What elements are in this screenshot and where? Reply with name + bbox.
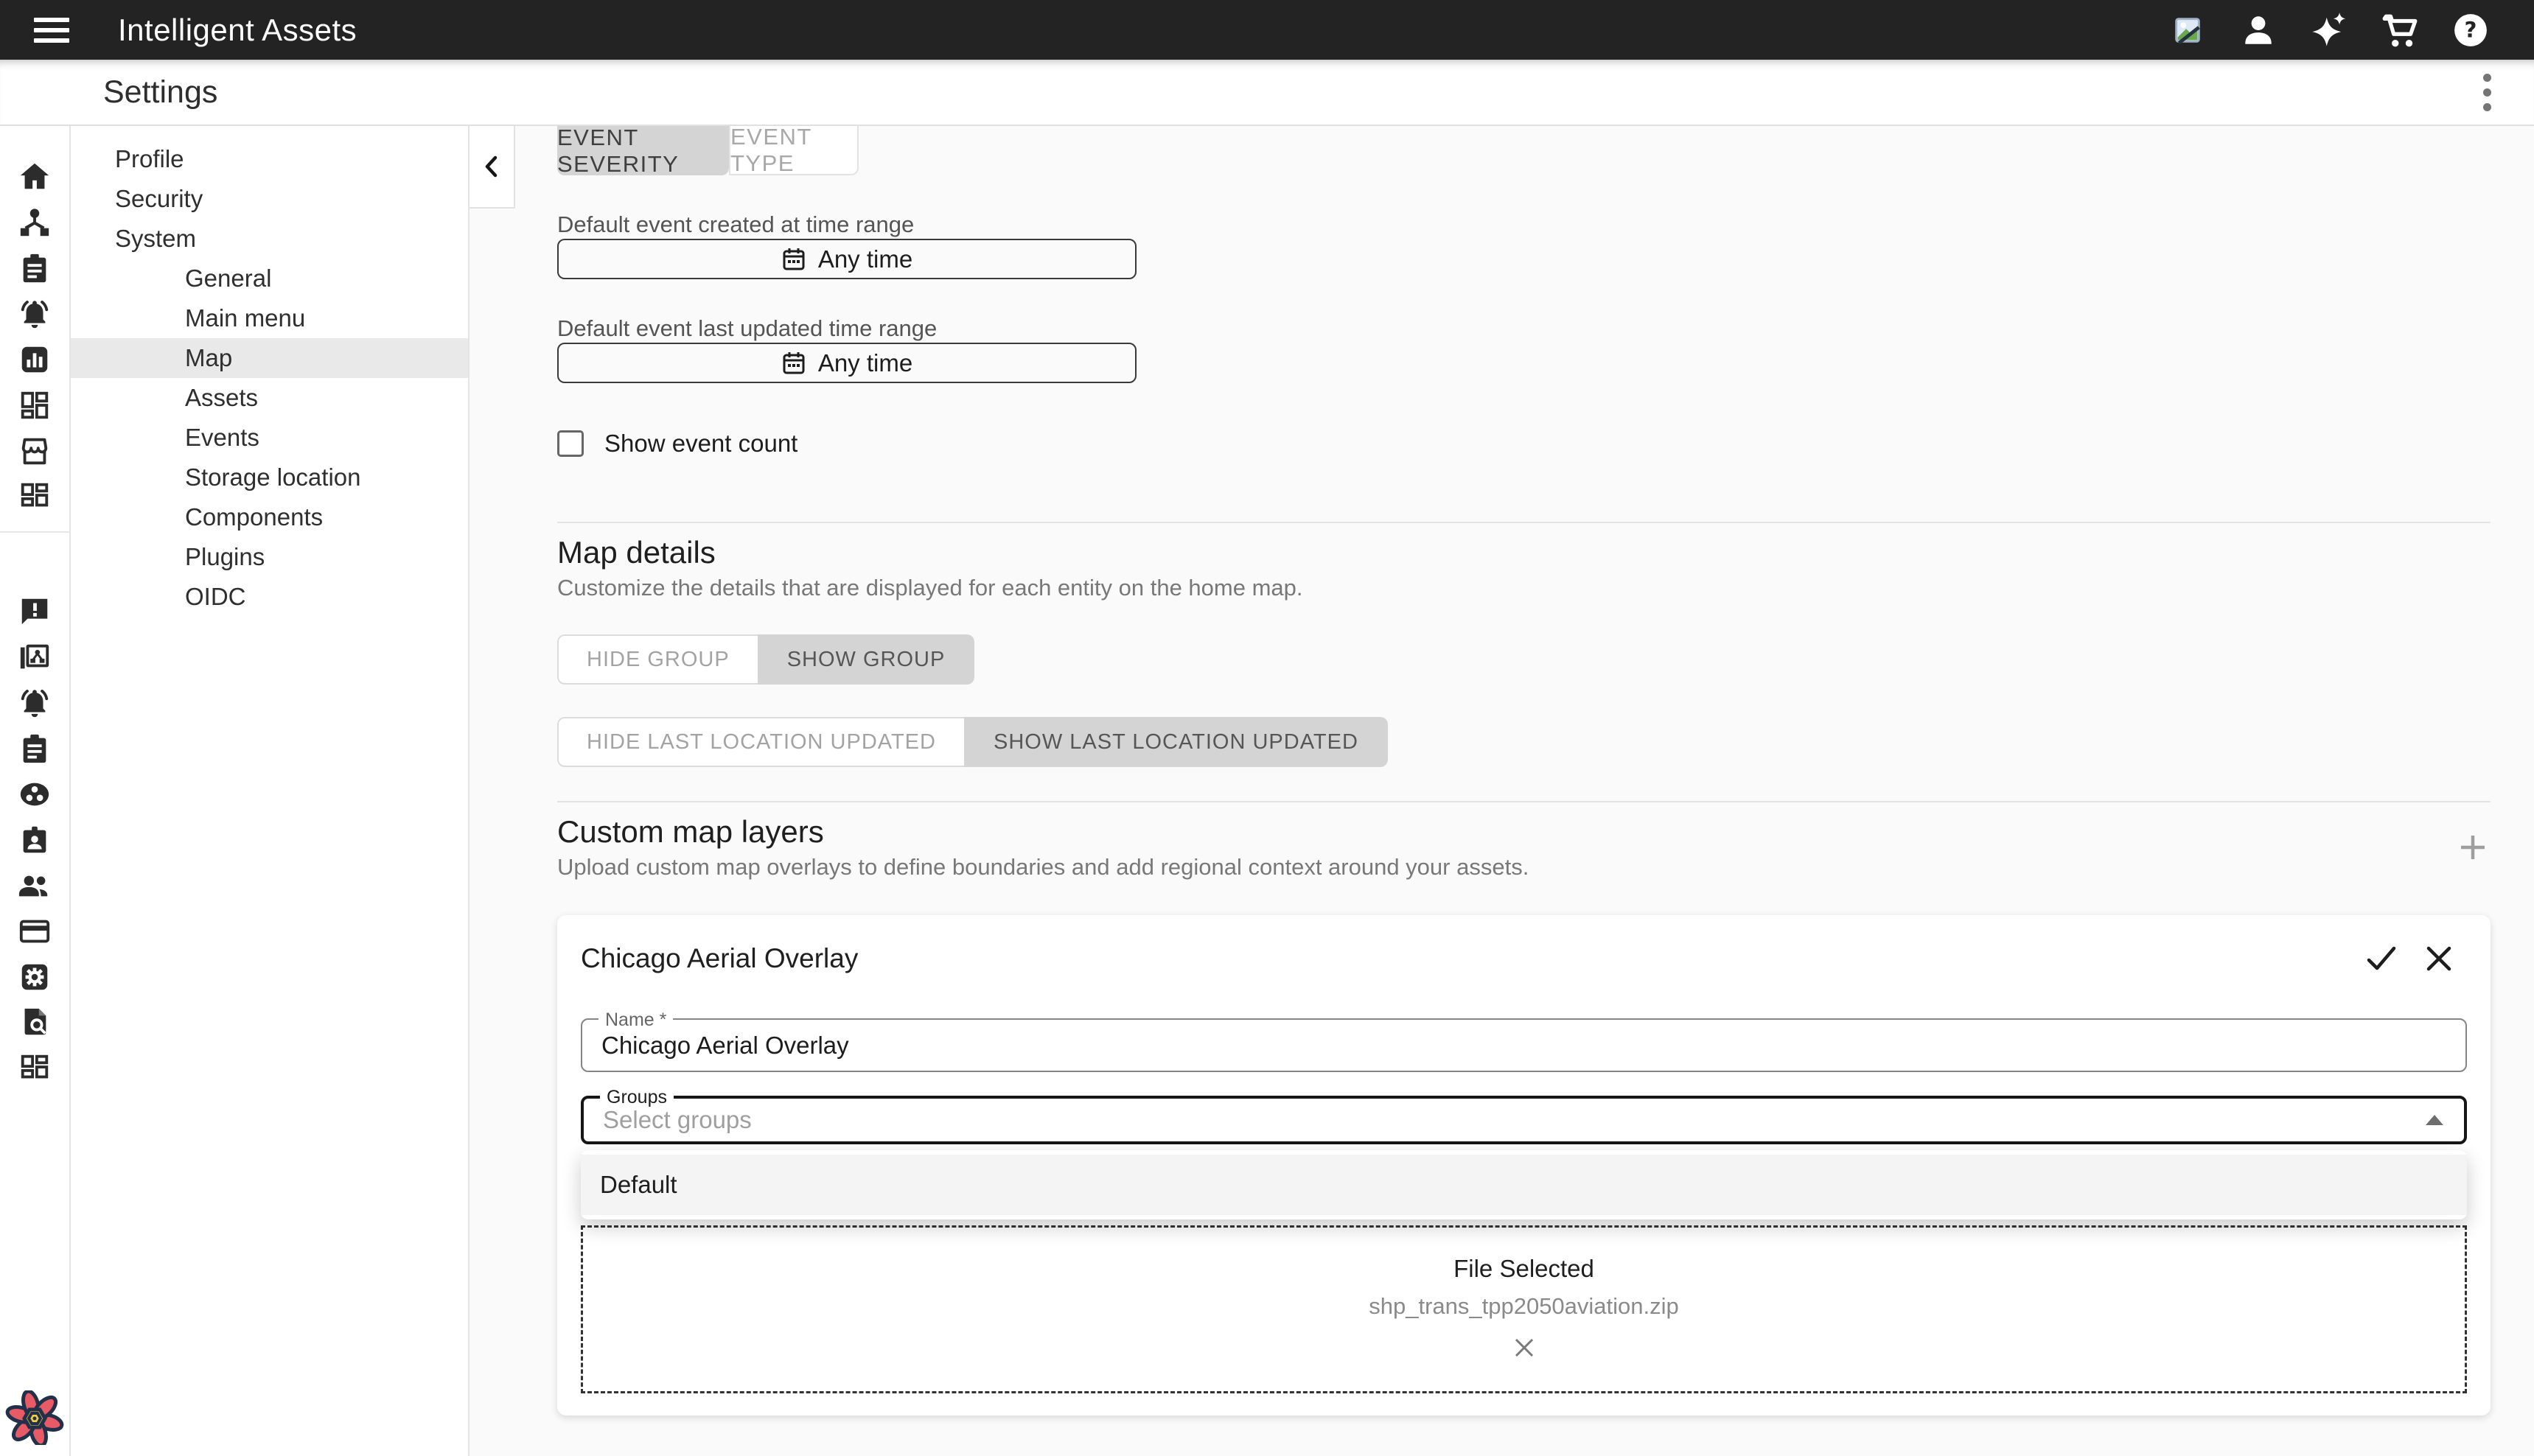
svg-text:?: ? — [2465, 17, 2477, 42]
nav-item-oidc[interactable]: OIDC — [71, 577, 468, 617]
file-upload-dropzone[interactable]: File Selected shp_trans_tpp2050aviation.… — [581, 1225, 2467, 1393]
groups-option-default[interactable]: Default — [581, 1155, 2467, 1215]
dashboard-icon[interactable] — [12, 382, 57, 428]
layer-name-label: Name * — [598, 1008, 673, 1032]
tab-event-severity[interactable]: EVENT SEVERITY — [557, 126, 729, 175]
nav-item-map[interactable]: Map — [71, 338, 468, 378]
home-icon[interactable] — [12, 154, 57, 200]
hide-last-location-button[interactable]: HIDE LAST LOCATION UPDATED — [557, 717, 964, 767]
custom-map-layers-title: Custom map layers — [557, 814, 2491, 850]
nav-item-components[interactable]: Components — [71, 497, 468, 537]
layer-card-title: Chicago Aerial Overlay — [581, 943, 858, 974]
nav-item-general[interactable]: General — [71, 259, 468, 298]
clipboard-2-icon[interactable] — [12, 726, 57, 771]
show-event-count-checkbox[interactable] — [557, 430, 584, 457]
layer-groups-label: Groups — [600, 1085, 674, 1109]
sparkle-icon[interactable] — [2310, 11, 2348, 49]
app-title: Intelligent Assets — [118, 13, 357, 48]
bell-icon[interactable] — [12, 291, 57, 337]
group-toggle: HIDE GROUP SHOW GROUP — [557, 634, 974, 685]
nav-item-security[interactable]: Security — [71, 179, 468, 219]
nav-item-profile[interactable]: Profile — [71, 139, 468, 179]
icon-rail — [0, 126, 71, 1456]
media-hub-icon[interactable] — [12, 634, 57, 680]
layer-name-input[interactable] — [582, 1020, 2465, 1071]
add-layer-button[interactable] — [2455, 830, 2491, 865]
confirm-layer-button[interactable] — [2364, 941, 2399, 976]
collapse-nav-button[interactable] — [470, 126, 515, 209]
show-group-button[interactable]: SHOW GROUP — [758, 634, 975, 685]
user-icon[interactable] — [2239, 11, 2278, 49]
cart-icon[interactable] — [2381, 11, 2419, 49]
nav-item-events[interactable]: Events — [71, 418, 468, 458]
show-event-count-label: Show event count — [604, 430, 797, 458]
close-icon — [2423, 942, 2455, 975]
nav-item-main-menu[interactable]: Main menu — [71, 298, 468, 338]
close-icon — [1510, 1334, 1538, 1362]
map-details-subtitle: Customize the details that are displayed… — [557, 575, 2491, 601]
file-status: File Selected — [1453, 1255, 1594, 1283]
settings-nav: Profile Security System General Main men… — [71, 126, 470, 1456]
map-details-title: Map details — [557, 535, 2491, 570]
content-area: EVENT SEVERITY EVENT TYPE Default event … — [470, 126, 2534, 1456]
layer-card: Chicago Aerial Overlay Name * — [557, 915, 2491, 1415]
remove-file-button[interactable] — [1508, 1331, 1540, 1364]
broken-image-icon — [2168, 11, 2207, 49]
nav-item-storage-location[interactable]: Storage location — [71, 458, 468, 497]
hide-group-button[interactable]: HIDE GROUP — [557, 634, 758, 685]
last-location-toggle: HIDE LAST LOCATION UPDATED SHOW LAST LOC… — [557, 717, 1388, 767]
custom-map-layers-subtitle: Upload custom map overlays to define bou… — [557, 854, 2491, 881]
calendar-icon — [781, 351, 806, 376]
storefront-icon[interactable] — [12, 428, 57, 474]
analytics-icon[interactable] — [12, 337, 57, 382]
file-name: shp_trans_tpp2050aviation.zip — [1369, 1293, 1679, 1320]
section-divider — [557, 522, 2491, 523]
groups-dropdown: Default — [581, 1150, 2467, 1219]
feedback-icon[interactable] — [12, 589, 57, 634]
reel-icon[interactable] — [12, 771, 57, 817]
bell-active-icon[interactable] — [12, 680, 57, 726]
check-icon — [2364, 942, 2398, 976]
created-range-button[interactable]: Any time — [557, 239, 1137, 279]
show-last-location-button[interactable]: SHOW LAST LOCATION UPDATED — [964, 717, 1388, 767]
clipboard-icon[interactable] — [12, 245, 57, 291]
settings-gear-icon[interactable] — [12, 954, 57, 1000]
rail-divider — [0, 531, 70, 533]
credit-card-icon[interactable] — [12, 909, 57, 954]
people-icon[interactable] — [12, 863, 57, 909]
help-icon[interactable]: ? — [2451, 11, 2490, 49]
nav-item-assets[interactable]: Assets — [71, 378, 468, 418]
updated-range-button[interactable]: Any time — [557, 343, 1137, 383]
show-event-count-row: Show event count — [557, 429, 2491, 458]
kebab-menu-icon[interactable] — [2476, 66, 2499, 119]
section-divider — [557, 801, 2491, 802]
cancel-layer-button[interactable] — [2421, 941, 2457, 976]
app-bar: Intelligent Assets ? — [0, 0, 2534, 60]
nav-item-plugins[interactable]: Plugins — [71, 537, 468, 577]
dashboard-alt-icon[interactable] — [12, 474, 57, 519]
calendar-icon — [781, 247, 806, 272]
created-range-value: Any time — [818, 245, 912, 273]
page-title: Settings — [103, 74, 217, 111]
dashboard-2-icon[interactable] — [12, 1046, 57, 1091]
updated-range-label: Default event last updated time range — [557, 316, 2491, 341]
created-range-label: Default event created at time range — [557, 212, 2491, 237]
plus-icon — [2457, 832, 2488, 863]
document-search-icon[interactable] — [12, 1000, 57, 1046]
page-header: Settings — [0, 60, 2534, 126]
menu-icon[interactable] — [34, 13, 69, 48]
chevron-left-icon — [480, 155, 503, 178]
nav-item-system[interactable]: System — [71, 219, 468, 259]
flower-logo — [4, 1390, 66, 1449]
event-tab-group: EVENT SEVERITY EVENT TYPE — [557, 126, 2491, 175]
layer-groups-field: Groups — [581, 1096, 2467, 1144]
badge-icon[interactable] — [12, 817, 57, 863]
hub-icon[interactable] — [12, 200, 57, 245]
appbar-actions: ? — [2168, 11, 2505, 49]
dropdown-arrow-up-icon[interactable] — [2426, 1115, 2443, 1125]
tab-event-type[interactable]: EVENT TYPE — [729, 126, 859, 175]
updated-range-value: Any time — [818, 349, 912, 377]
layer-name-field: Name * — [581, 1018, 2467, 1072]
layer-groups-input[interactable] — [584, 1099, 2426, 1141]
